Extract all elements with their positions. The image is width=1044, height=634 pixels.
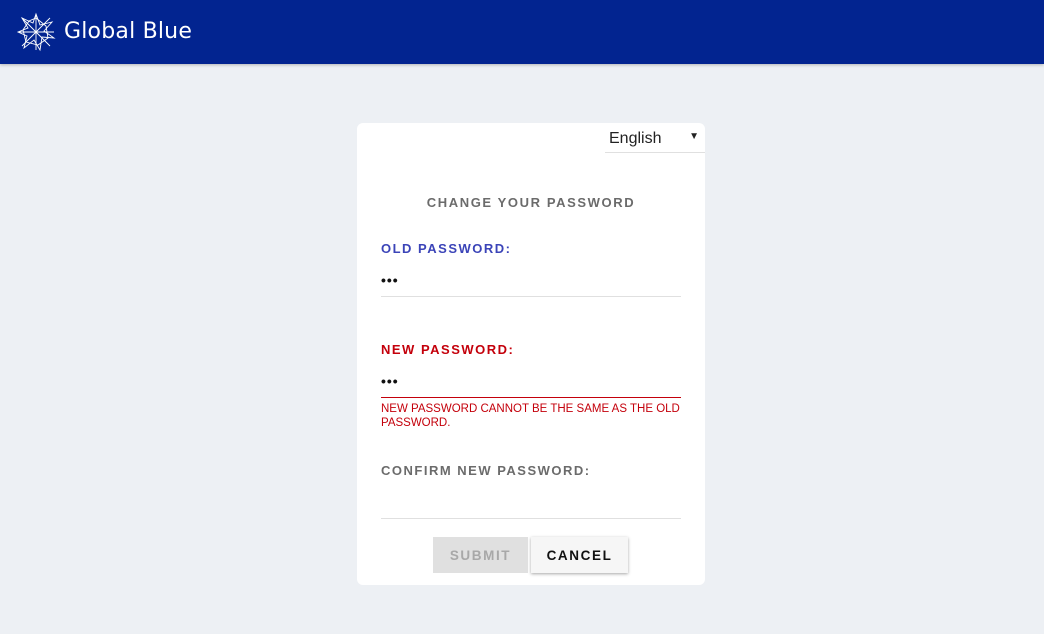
new-password-input[interactable]: •••	[381, 371, 681, 398]
new-password-error: NEW PASSWORD CANNOT BE THE SAME AS THE O…	[381, 403, 680, 429]
submit-button[interactable]: SUBMIT	[433, 537, 528, 573]
old-password-input[interactable]: •••	[381, 270, 681, 297]
confirm-password-input[interactable]	[381, 492, 681, 519]
cancel-button[interactable]: CANCEL	[531, 537, 628, 573]
change-password-card: English ▼ CHANGE YOUR PASSWORD OLD PASSW…	[357, 123, 705, 585]
caret-down-icon: ▼	[689, 131, 699, 142]
top-header: Global Blue	[0, 0, 1044, 64]
global-blue-logo-icon	[16, 12, 56, 52]
brand-name: Global Blue	[64, 19, 193, 44]
new-password-field: NEW PASSWORD: ••• NEW PASSWORD CANNOT BE…	[381, 342, 681, 430]
form-title: CHANGE YOUR PASSWORD	[426, 195, 636, 210]
confirm-password-field: CONFIRM NEW PASSWORD:	[381, 463, 681, 519]
language-select[interactable]: English ▼	[605, 123, 705, 153]
new-password-value: •••	[381, 373, 399, 389]
language-selected: English	[609, 130, 662, 147]
old-password-label: OLD PASSWORD:	[381, 241, 512, 256]
old-password-value: •••	[381, 272, 399, 288]
confirm-password-label: CONFIRM NEW PASSWORD:	[381, 463, 591, 478]
old-password-field: OLD PASSWORD: •••	[381, 241, 681, 297]
new-password-label: NEW PASSWORD:	[381, 342, 515, 357]
